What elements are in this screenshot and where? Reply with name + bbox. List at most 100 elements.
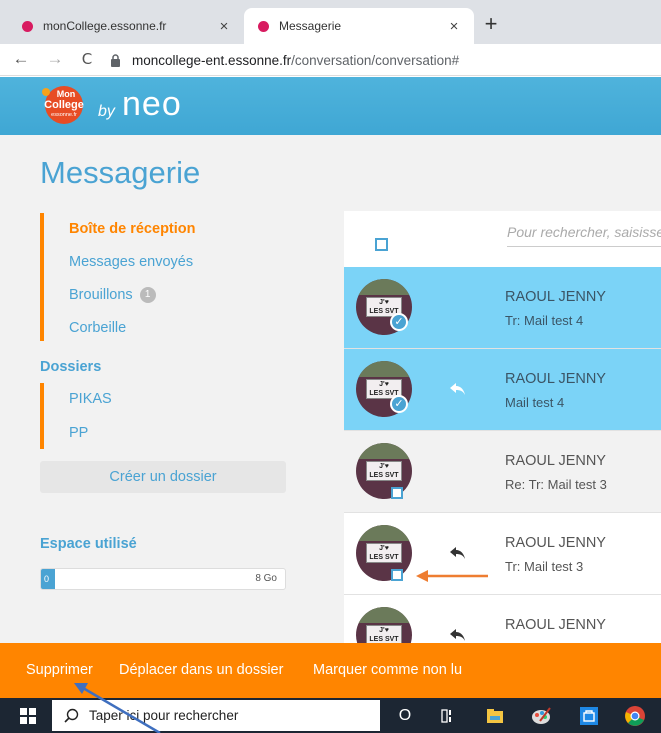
folder-label: PIKAS: [69, 391, 112, 407]
taskbar-search-field[interactable]: Taper ici pour rechercher: [52, 700, 380, 731]
message-row[interactable]: J'♥ LES SVT RAOUL JENNY Re: Tr: Mail test 3: [344, 431, 661, 513]
nav-item-drafts[interactable]: Brouillons 1: [69, 287, 156, 303]
avatar-background: [356, 279, 412, 295]
svg-text:Mon: Mon: [57, 89, 76, 99]
message-row[interactable]: J'♥ LES SVT ✓ RAOUL JENNY Tr: Mail test 4: [344, 267, 661, 349]
tab-label: monCollege.essonne.fr: [43, 19, 167, 33]
forward-button[interactable]: →: [44, 47, 66, 71]
windows-taskbar: Taper ici pour rechercher O: [0, 698, 661, 733]
create-folder-button[interactable]: Créer un dossier: [40, 461, 286, 493]
file-explorer-icon[interactable]: [484, 705, 506, 727]
moncollege-logo[interactable]: Mon College essonne.fr: [38, 83, 94, 127]
selected-check-icon[interactable]: ✓: [390, 313, 408, 331]
message-list-header: [344, 211, 661, 267]
drafts-count-badge: 1: [139, 287, 156, 303]
lock-icon: [110, 53, 124, 67]
message-sender: RAOUL JENNY: [505, 617, 606, 633]
message-sender: RAOUL JENNY: [505, 371, 606, 387]
favicon-icon: [22, 20, 33, 32]
avatar-sign-line: LES SVT: [369, 554, 399, 561]
row-checkbox[interactable]: [391, 569, 403, 581]
nav-item-label: Messages envoyés: [69, 254, 194, 270]
url-host: moncollege-ent.essonne.fr: [132, 52, 292, 68]
browser-tab-messagerie[interactable]: Messagerie ×: [244, 8, 474, 44]
avatar-background: [356, 607, 412, 623]
avatar-sign-line: LES SVT: [369, 472, 399, 479]
message-subject: Mail test 4: [505, 395, 565, 410]
mark-unread-button[interactable]: Marquer comme non lu: [313, 662, 462, 678]
url-field[interactable]: moncollege-ent.essonne.fr/conversation/c…: [110, 47, 661, 73]
message-subject: Re: Tr: Mail test 3: [505, 477, 607, 492]
message-sender: RAOUL JENNY: [505, 535, 606, 551]
avatar-sign: J'♥ LES SVT: [366, 543, 402, 563]
nav-item-inbox[interactable]: Boîte de réception: [69, 221, 196, 237]
folder-item-pp[interactable]: PP: [69, 425, 88, 441]
browser-tab-moncollege[interactable]: monCollege.essonne.fr ×: [8, 8, 244, 44]
folder-item-pikas[interactable]: PIKAS: [69, 391, 112, 407]
taskbar-search-placeholder: Taper ici pour rechercher: [89, 708, 239, 723]
delete-button[interactable]: Supprimer: [26, 662, 93, 678]
cortana-icon[interactable]: O: [394, 705, 416, 727]
storage-title: Espace utilisé: [40, 536, 137, 552]
chrome-icon[interactable]: [624, 705, 646, 727]
folders-title: Dossiers: [40, 359, 102, 375]
url-path: /conversation/conversation#: [291, 52, 460, 68]
logo-by-text: by: [98, 103, 115, 120]
message-sender: RAOUL JENNY: [505, 289, 606, 305]
main-content: Messagerie Boîte de réception Messages e…: [0, 135, 661, 643]
tab-close-icon[interactable]: ×: [444, 18, 464, 35]
avatar-sign: J'♥ LES SVT: [366, 625, 402, 643]
storage-total-label: 8 Go: [255, 573, 277, 584]
avatar-sign-line: LES SVT: [369, 636, 399, 643]
message-subject: Tr: Mail test 3: [505, 559, 584, 574]
logo-brand-text: neo: [122, 85, 182, 123]
storage-usage-bar: 0 8 Go: [40, 568, 286, 590]
reload-button[interactable]: C: [76, 47, 98, 71]
nav-item-sent[interactable]: Messages envoyés: [69, 254, 193, 270]
browser-tab-strip: monCollege.essonne.fr × Messagerie × +: [0, 0, 661, 44]
nav-item-trash[interactable]: Corbeille: [69, 320, 126, 336]
avatar-sign: J'♥ LES SVT: [366, 461, 402, 481]
nav-item-label: Boîte de réception: [69, 221, 196, 237]
avatar-background: [356, 361, 412, 377]
avatar: J'♥ LES SVT: [356, 525, 412, 581]
move-to-folder-button[interactable]: Déplacer dans un dossier: [119, 662, 283, 678]
nav-indicator-bar: [40, 213, 44, 341]
nav-item-label: Corbeille: [69, 320, 127, 336]
back-button[interactable]: ←: [10, 47, 32, 71]
message-row[interactable]: J'♥LES SVTRAOUL JENNYMail test 3: [344, 595, 661, 643]
folders-indicator-bar: [40, 383, 44, 449]
reply-icon: [449, 381, 467, 397]
svg-text:essonne.fr: essonne.fr: [51, 112, 77, 118]
storage-usage-fill: 0: [41, 569, 55, 589]
avatar-background: [356, 525, 412, 541]
avatar: J'♥ LES SVT: [356, 607, 412, 643]
app-header: Mon College essonne.fr by neo: [0, 77, 661, 135]
row-checkbox[interactable]: [391, 487, 403, 499]
favicon-icon: [258, 20, 269, 32]
selected-check-icon[interactable]: ✓: [390, 395, 408, 413]
avatar-background: [356, 443, 412, 459]
paint-icon[interactable]: [530, 705, 552, 727]
reply-icon: [449, 545, 467, 561]
windows-start-icon[interactable]: [20, 708, 36, 724]
folder-label: PP: [69, 425, 89, 441]
select-all-checkbox[interactable]: [375, 238, 388, 251]
tab-close-icon[interactable]: ×: [214, 18, 234, 35]
svg-text:College: College: [44, 99, 84, 111]
tab-label: Messagerie: [279, 19, 342, 33]
message-row[interactable]: J'♥ LES SVT ✓ RAOUL JENNY Mail test 4: [344, 349, 661, 431]
message-subject: Tr: Mail test 4: [505, 313, 584, 328]
message-sender: RAOUL JENNY: [505, 453, 606, 469]
page-title: Messagerie: [40, 155, 201, 190]
address-bar: ← → C moncollege-ent.essonne.fr/conversa…: [0, 44, 661, 76]
reply-icon: [449, 627, 467, 643]
task-view-icon[interactable]: [438, 705, 460, 727]
store-icon[interactable]: [578, 705, 600, 727]
new-tab-button[interactable]: +: [480, 10, 502, 38]
message-row[interactable]: J'♥ LES SVT RAOUL JENNY Tr: Mail test 3: [344, 513, 661, 595]
nav-item-label: Brouillons: [69, 287, 133, 303]
message-list: J'♥ LES SVT ✓ RAOUL JENNY Tr: Mail test 4 J'♥…: [344, 211, 661, 643]
search-input[interactable]: [507, 217, 661, 247]
avatar: J'♥ LES SVT: [356, 443, 412, 499]
